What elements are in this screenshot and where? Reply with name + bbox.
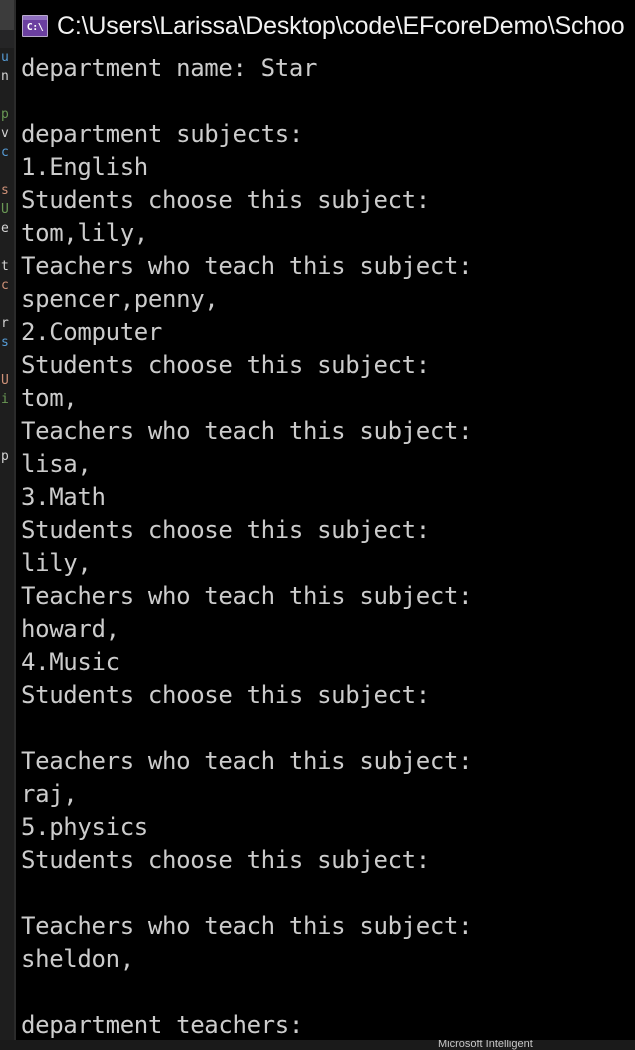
background-editor-code-line [1, 409, 14, 428]
background-editor-code-line [1, 485, 14, 504]
console-line: lily, [21, 549, 92, 577]
background-editor-code-line [1, 238, 14, 257]
background-editor-code-line: s [1, 183, 9, 198]
console-line: 3.Math [21, 483, 106, 511]
background-editor-code-line [1, 580, 14, 599]
console-line: Teachers who teach this subject: [21, 747, 473, 775]
console-line: Students choose this subject: [21, 846, 430, 874]
background-editor-code-line: n [1, 69, 9, 84]
background-editor-code-line [1, 428, 14, 447]
background-editor-code-line [1, 542, 14, 561]
background-editor-code-line [1, 789, 14, 808]
console-line: department teachers: [21, 1011, 303, 1039]
background-editor-code-line [1, 86, 14, 105]
background-editor-code-line: c [1, 145, 9, 160]
background-editor-code-line [1, 751, 14, 770]
background-editor-code-line [1, 998, 14, 1017]
background-editor-code-line [1, 561, 14, 580]
background-editor-code-line [1, 808, 14, 827]
background-editor-titlebar [0, 0, 14, 30]
console-app-icon: C:\ [22, 15, 48, 37]
background-editor-code-line [1, 1017, 14, 1036]
background-editor-code-line [1, 295, 14, 314]
background-editor-code-line: c [1, 278, 9, 293]
console-line: 5.physics [21, 813, 148, 841]
background-editor-code-line [1, 675, 14, 694]
background-editor-code-line: i [1, 392, 9, 407]
console-line: 1.English [21, 153, 148, 181]
background-editor-code-line [1, 846, 14, 865]
background-editor-code-line [1, 352, 14, 371]
background-editor-code-line [1, 523, 14, 542]
background-editor-tabstrip [0, 30, 14, 48]
background-editor-code-line: u [1, 50, 9, 65]
background-editor-window[interactable]: un pvc sUe tc rs Ui p [0, 0, 14, 1050]
background-editor-code-line [1, 922, 14, 941]
console-line: Students choose this subject: [21, 186, 430, 214]
background-editor-code-line [1, 941, 14, 960]
console-line: Students choose this subject: [21, 681, 430, 709]
console-line: spencer,penny, [21, 285, 219, 313]
console-line: 2.Computer [21, 318, 162, 346]
background-editor-code-line [1, 162, 14, 181]
background-editor-code: un pvc sUe tc rs Ui p [0, 48, 14, 1050]
console-line: raj, [21, 780, 78, 808]
background-editor-code-line [1, 979, 14, 998]
console-line: 4.Music [21, 648, 120, 676]
console-line: Teachers who teach this subject: [21, 582, 473, 610]
console-line: Teachers who teach this subject: [21, 417, 473, 445]
background-editor-code-line: v [1, 126, 9, 141]
background-editor-code-line: s [1, 335, 9, 350]
console-line: Students choose this subject: [21, 351, 430, 379]
background-editor-code-line [1, 884, 14, 903]
console-line: department subjects: [21, 120, 303, 148]
console-window[interactable]: C:\ C:\Users\Larissa\Desktop\code\EFcore… [14, 0, 635, 1040]
console-line: sheldon, [21, 945, 134, 973]
background-editor-code-line: p [1, 107, 9, 122]
background-editor-code-line [1, 694, 14, 713]
background-editor-code-line [1, 713, 14, 732]
background-editor-code-line: r [1, 316, 9, 331]
background-editor-code-line [1, 618, 14, 637]
background-editor-code-line [1, 599, 14, 618]
background-editor-code-line [1, 865, 14, 884]
console-line: tom,lily, [21, 219, 148, 247]
background-editor-code-line: U [1, 202, 9, 217]
background-editor-code-line: t [1, 259, 9, 274]
background-editor-code-line [1, 466, 14, 485]
background-editor-code-line [1, 960, 14, 979]
background-editor-code-line: U [1, 373, 9, 388]
console-app-icon-glyph: C:\ [26, 22, 44, 33]
background-editor-code-line [1, 827, 14, 846]
background-editor-code-line [1, 504, 14, 523]
background-editor-code-line [1, 732, 14, 751]
console-line: lisa, [21, 450, 92, 478]
console-titlebar[interactable]: C:\ C:\Users\Larissa\Desktop\code\EFcore… [16, 0, 635, 52]
console-line: Students choose this subject: [21, 516, 430, 544]
console-window-title: C:\Users\Larissa\Desktop\code\EFcoreDemo… [57, 11, 625, 40]
console-line: Teachers who teach this subject: [21, 912, 473, 940]
background-editor-code-line [1, 770, 14, 789]
taskbar[interactable]: Microsoft Intelligent [0, 1040, 635, 1050]
background-editor-code-line [1, 637, 14, 656]
console-line: Teachers who teach this subject: [21, 252, 473, 280]
console-output[interactable]: department name: Star department subject… [16, 52, 635, 1040]
console-line: tom, [21, 384, 78, 412]
background-editor-code-line [1, 656, 14, 675]
console-line: howard, [21, 615, 120, 643]
background-editor-code-line [1, 903, 14, 922]
screen: un pvc sUe tc rs Ui p C:\ C:\Users\Laris… [0, 0, 635, 1050]
background-editor-code-line: e [1, 221, 9, 236]
background-editor-code-line: p [1, 449, 9, 464]
taskbar-item-label: Microsoft Intelligent [438, 1040, 533, 1050]
console-line: department name: Star [21, 54, 318, 82]
